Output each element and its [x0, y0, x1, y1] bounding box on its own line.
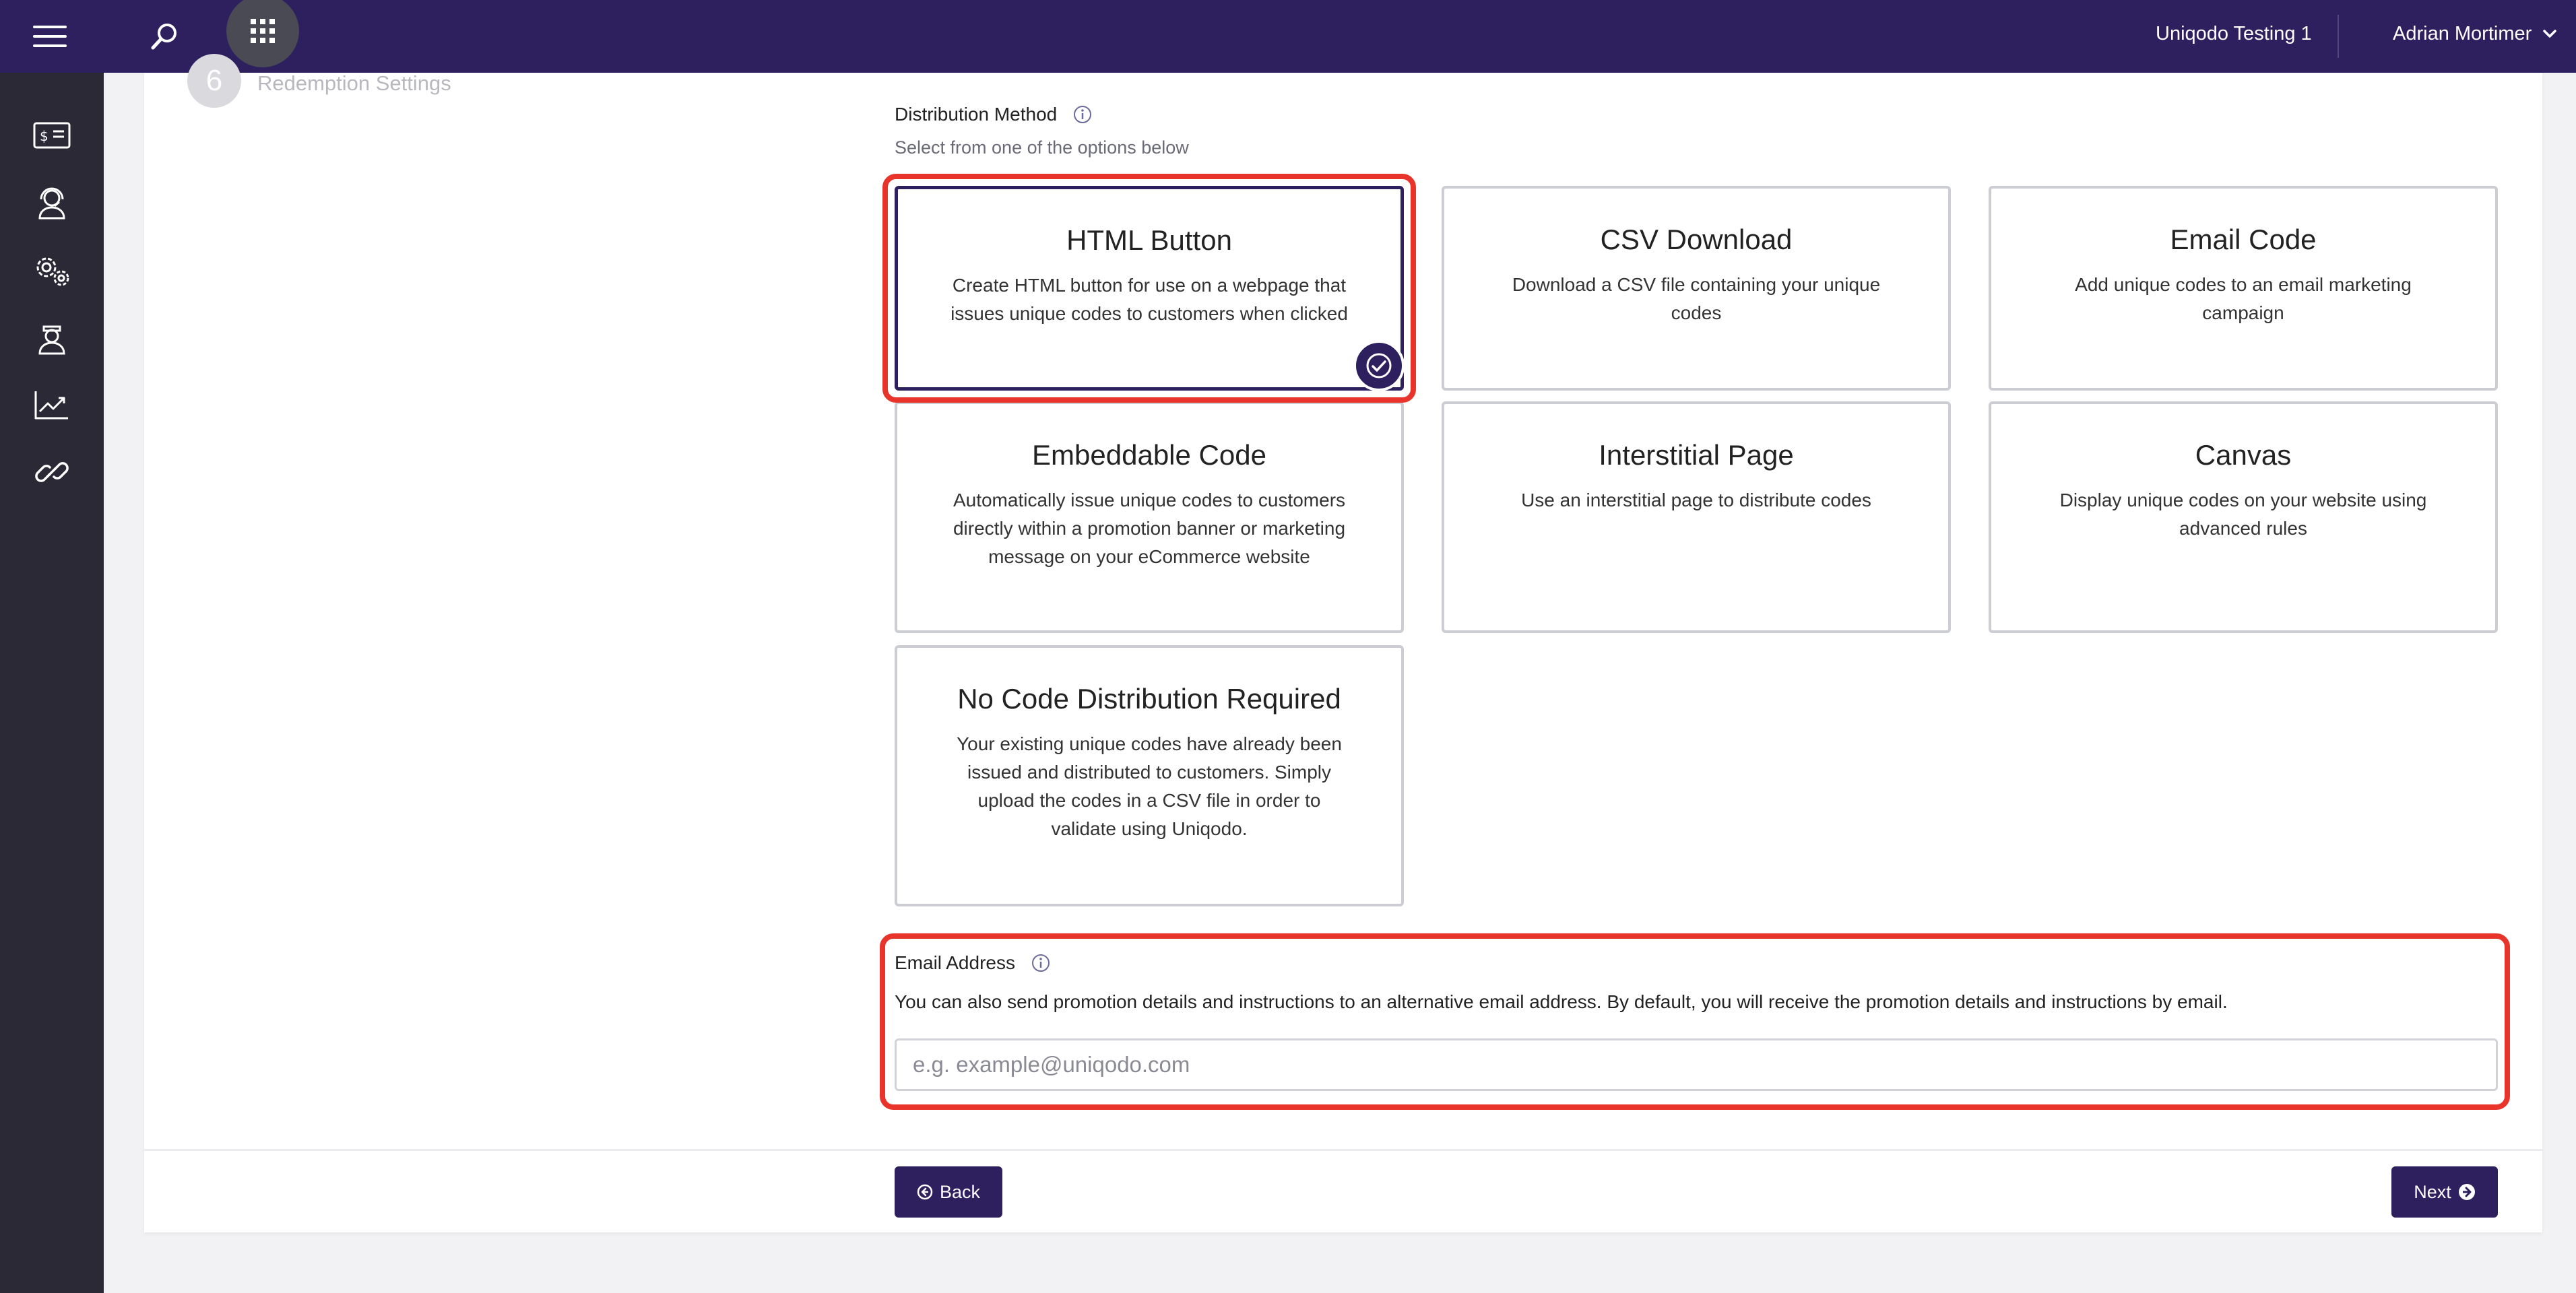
wizard-card: 6 Redemption Settings Distribution Metho… — [144, 54, 2542, 1232]
analytics-chart-icon[interactable] — [26, 378, 78, 431]
hamburger-menu-icon[interactable] — [26, 13, 74, 59]
option-email-code[interactable]: Email Code Add unique codes to an email … — [1989, 186, 2498, 391]
support-agent-icon[interactable] — [26, 176, 78, 229]
option-title: Embeddable Code — [1032, 439, 1266, 471]
option-description: Your existing unique codes have already … — [957, 733, 1342, 839]
email-address-heading: Email Address — [895, 952, 1050, 974]
chevron-down-icon — [2543, 30, 2557, 38]
step-label: Redemption Settings — [257, 71, 451, 95]
option-description: Use an interstitial page to distribute c… — [1521, 490, 1871, 510]
option-html-button[interactable]: HTML Button Create HTML button for use o… — [895, 186, 1405, 391]
option-title: No Code Distribution Required — [957, 683, 1341, 715]
sidebar: $ — [0, 73, 104, 1293]
user-admin-icon[interactable] — [26, 311, 78, 364]
voucher-icon[interactable]: $ — [26, 109, 78, 162]
next-button[interactable]: Next — [2391, 1166, 2498, 1218]
option-embeddable-code[interactable]: Embeddable Code Automatically issue uniq… — [895, 401, 1404, 633]
option-description: Download a CSV file containing your uniq… — [1512, 274, 1881, 323]
option-title: Interstitial Page — [1599, 439, 1794, 471]
arrow-right-circle-icon — [2458, 1184, 2475, 1200]
option-title: Canvas — [2195, 439, 2292, 471]
svg-text:$: $ — [40, 128, 49, 144]
link-icon[interactable] — [26, 446, 78, 498]
email-address-description: You can also send promotion details and … — [895, 991, 2228, 1012]
option-title: HTML Button — [1066, 224, 1232, 256]
email-address-title: Email Address — [895, 952, 1015, 973]
option-description: Automatically issue unique codes to cust… — [953, 490, 1346, 567]
top-navigation-bar: Uniqodo Testing 1 Adrian Mortimer — [0, 0, 2576, 73]
user-menu[interactable]: Adrian Mortimer — [2393, 20, 2557, 47]
distribution-method-subtitle: Select from one of the options below — [895, 137, 1189, 158]
user-name: Adrian Mortimer — [2393, 22, 2532, 44]
info-icon[interactable] — [1073, 105, 1092, 124]
settings-gears-icon[interactable] — [26, 244, 78, 296]
distribution-method-heading: Distribution Method — [895, 104, 1092, 125]
next-button-label: Next — [2414, 1181, 2451, 1202]
organization-switcher[interactable]: Uniqodo Testing 1 — [2156, 20, 2312, 47]
arrow-left-circle-icon — [917, 1184, 933, 1200]
option-canvas[interactable]: Canvas Display unique codes on your webs… — [1989, 401, 2498, 633]
back-button-label: Back — [939, 1181, 981, 1202]
search-icon[interactable] — [139, 11, 190, 62]
option-description: Display unique codes on your website usi… — [2059, 490, 2427, 539]
email-address-input[interactable] — [895, 1038, 2498, 1091]
apps-grid-icon[interactable] — [226, 0, 299, 67]
footer-divider — [144, 1149, 2542, 1151]
step-number-badge: 6 — [187, 54, 241, 108]
option-title: CSV Download — [1600, 224, 1793, 255]
option-description: Create HTML button for use on a webpage … — [951, 275, 1348, 324]
info-icon[interactable] — [1031, 954, 1050, 972]
option-csv-download[interactable]: CSV Download Download a CSV file contain… — [1442, 186, 1951, 391]
option-interstitial-page[interactable]: Interstitial Page Use an interstitial pa… — [1442, 401, 1951, 633]
check-circle-icon — [1353, 340, 1405, 391]
back-button[interactable]: Back — [895, 1166, 1002, 1218]
option-description: Add unique codes to an email marketing c… — [2075, 274, 2412, 323]
option-title: Email Code — [2170, 224, 2317, 255]
header-divider — [2338, 15, 2339, 58]
option-no-code-distribution[interactable]: No Code Distribution Required Your exist… — [895, 645, 1404, 906]
distribution-method-title: Distribution Method — [895, 104, 1058, 125]
